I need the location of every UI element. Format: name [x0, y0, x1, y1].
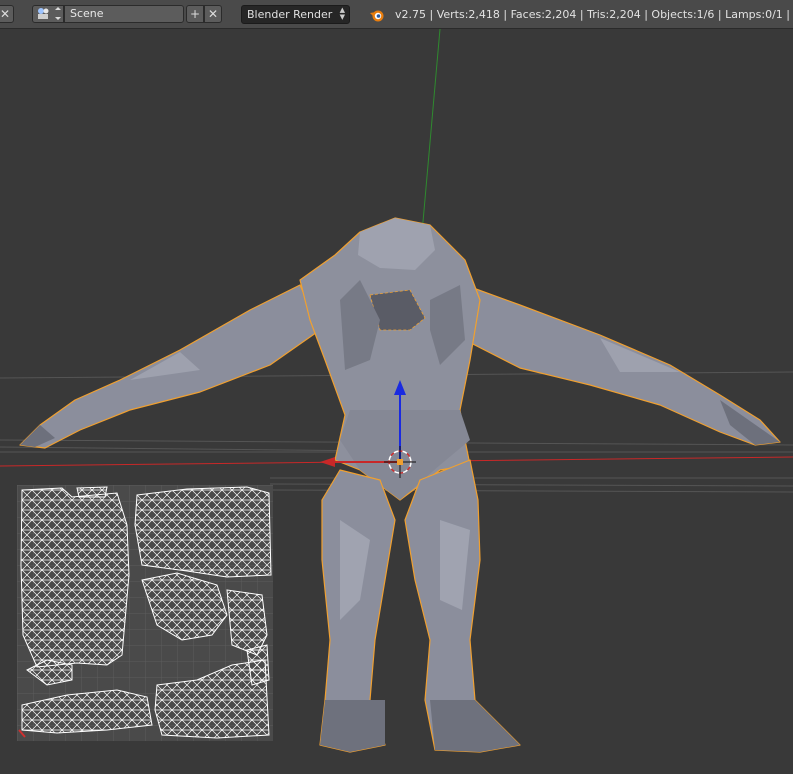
add-scene-button[interactable]: +: [186, 5, 204, 23]
render-engine-label: Blender Render: [247, 8, 333, 21]
blender-logo-icon: [370, 10, 384, 22]
info-header: ✕ Scene + ✕ Blender Render ▲ ▼ v2.75 | Ve…: [0, 0, 793, 29]
uv-texture-preview: [17, 485, 273, 741]
close-icon: ✕: [207, 7, 219, 21]
screen-close-icon[interactable]: ✕: [0, 5, 14, 23]
dropdown-arrows-icon: ▲ ▼: [339, 6, 345, 21]
3d-viewport[interactable]: [0, 29, 793, 774]
scene-statistics: v2.75 | Verts:2,418 | Faces:2,204 | Tris…: [395, 8, 793, 21]
render-engine-select[interactable]: Blender Render ▲ ▼: [241, 5, 350, 24]
plus-icon: +: [189, 7, 201, 21]
scene-icon: [38, 7, 61, 20]
uv-layout: [17, 485, 273, 741]
scene-name-field[interactable]: Scene: [64, 5, 184, 23]
delete-scene-button[interactable]: ✕: [204, 5, 222, 23]
scene-selector-button[interactable]: [32, 5, 64, 23]
